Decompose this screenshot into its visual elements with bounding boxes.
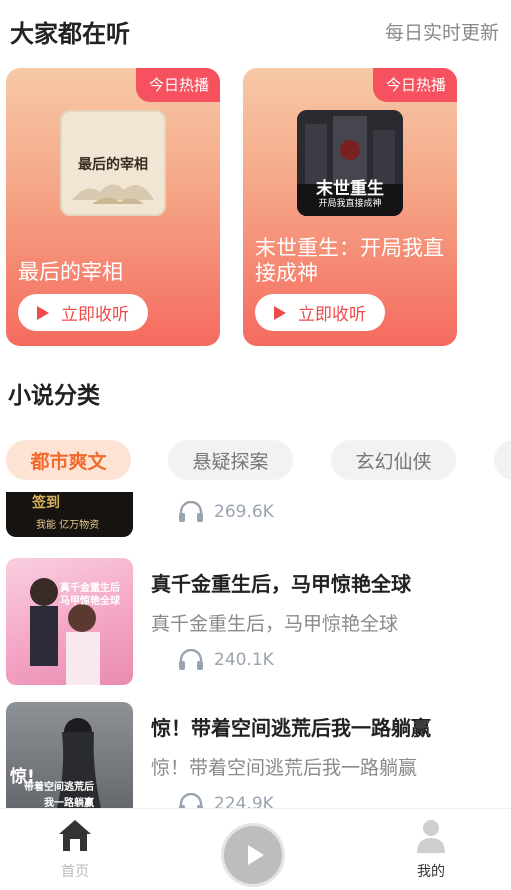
book-thumbnail: 签到 我能 亿万物资 bbox=[6, 492, 133, 537]
tab-mine[interactable]: 我的 bbox=[391, 817, 471, 881]
section-title-categories: 小说分类 bbox=[8, 383, 100, 409]
book-cover: 末世重生 开局我直接成神 bbox=[297, 110, 403, 216]
play-count-value: 224.9K bbox=[214, 794, 274, 808]
category-tab-more[interactable] bbox=[494, 440, 511, 480]
tab-home-label: 首页 bbox=[61, 864, 89, 880]
listen-now-label: 立即收听 bbox=[61, 305, 129, 325]
play-icon bbox=[247, 845, 264, 865]
headphones-icon bbox=[179, 649, 203, 670]
play-icon bbox=[274, 305, 286, 320]
tab-mine-label: 我的 bbox=[417, 864, 445, 880]
headphones-icon bbox=[179, 501, 203, 522]
cover-title: 最后的宰相 bbox=[78, 157, 148, 173]
hot-tag: 今日热播 bbox=[135, 68, 220, 102]
cover-subtitle: 开局我直接成神 bbox=[318, 199, 382, 209]
thumb-text-top: 签到 bbox=[32, 495, 60, 511]
book-list[interactable]: 签到 我能 亿万物资 269.6K 真千金重生后 马甲惊艳全球 真千金重生后，马… bbox=[0, 492, 511, 808]
play-count-value: 269.6K bbox=[214, 502, 274, 522]
book-name: 末世重生：开局我直接成神 bbox=[255, 236, 444, 285]
hot-card-1[interactable]: 今日热播 最后的宰相 最后的宰相 立即收听 bbox=[6, 68, 220, 346]
hot-tag: 今日热播 bbox=[372, 68, 457, 102]
thumb-text-bottom: 我一路躺赢 bbox=[44, 798, 94, 808]
mini-player-button[interactable] bbox=[224, 826, 282, 884]
book-description: 惊！带着空间逃荒后我一路躺赢 bbox=[151, 757, 418, 779]
play-count: 240.1K bbox=[178, 649, 274, 671]
play-icon bbox=[37, 305, 49, 320]
play-count-value: 240.1K bbox=[214, 650, 274, 670]
listen-now-label: 立即收听 bbox=[298, 305, 366, 325]
cover-art bbox=[30, 578, 100, 685]
book-description: 真千金重生后，马甲惊艳全球 bbox=[151, 613, 399, 635]
listen-now-button[interactable]: 立即收听 bbox=[255, 294, 385, 331]
bottom-tab-bar: 首页 我的 bbox=[0, 808, 511, 890]
list-item[interactable]: 真千金重生后 马甲惊艳全球 真千金重生后，马甲惊艳全球 真千金重生后，马甲惊艳全… bbox=[0, 558, 511, 688]
category-tab-urban[interactable]: 都市爽文 bbox=[6, 440, 131, 480]
profile-icon bbox=[417, 820, 445, 853]
thumb-text-bottom: 我能 亿万物资 bbox=[36, 520, 100, 531]
home-icon bbox=[59, 820, 91, 851]
list-item[interactable]: 惊! 带着空间逃荒后 我一路躺赢 惊！带着空间逃荒后我一路躺赢 惊！带着空间逃荒… bbox=[0, 702, 511, 808]
play-count: 269.6K bbox=[178, 501, 274, 523]
listen-now-button[interactable]: 立即收听 bbox=[18, 294, 148, 331]
headphones-icon bbox=[179, 793, 203, 808]
book-cover: 最后的宰相 bbox=[60, 110, 166, 216]
thumb-text-mid: 带着空间逃荒后 bbox=[24, 782, 94, 793]
category-tab-fantasy[interactable]: 玄幻仙侠 bbox=[331, 440, 456, 480]
list-item[interactable]: 签到 我能 亿万物资 269.6K bbox=[0, 492, 511, 540]
section-title-hot: 大家都在听 bbox=[10, 20, 130, 48]
book-name: 最后的宰相 bbox=[18, 260, 123, 284]
book-title: 惊！带着空间逃荒后我一路躺赢 bbox=[151, 716, 431, 740]
category-tab-mystery[interactable]: 悬疑探案 bbox=[168, 440, 293, 480]
section-header: 大家都在听 每日实时更新 bbox=[0, 0, 511, 62]
book-thumbnail: 惊! 带着空间逃荒后 我一路躺赢 bbox=[6, 702, 133, 808]
tab-home[interactable]: 首页 bbox=[35, 817, 115, 881]
hot-card-2[interactable]: 今日热播 末世重生 开局我直接成神 末世重生：开局我直接成神 立即收听 bbox=[243, 68, 457, 346]
book-thumbnail: 真千金重生后 马甲惊艳全球 bbox=[6, 558, 133, 685]
play-count: 224.9K bbox=[178, 793, 274, 808]
daily-update-label: 每日实时更新 bbox=[384, 22, 499, 44]
thumb-text: 真千金重生后 马甲惊艳全球 bbox=[60, 583, 120, 607]
book-title: 真千金重生后，马甲惊艳全球 bbox=[151, 572, 411, 596]
